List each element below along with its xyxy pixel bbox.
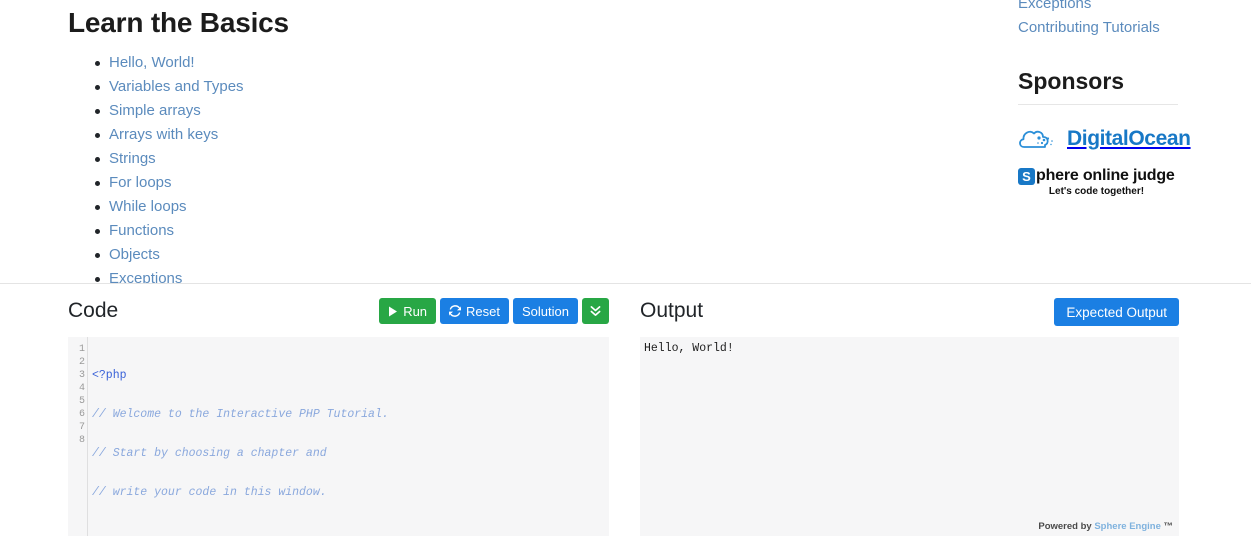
list-item[interactable]: Exceptions: [68, 267, 548, 283]
line-number: 1: [78, 344, 85, 355]
code-line: <?php: [92, 369, 389, 382]
output-panel-header: Output Expected Output: [640, 284, 1179, 337]
code-panel: Code Run Reset Solution 1 2 3 4 5 6 7 8 …: [68, 284, 609, 536]
code-token: // Start by choosing a chapter and: [92, 447, 327, 460]
line-number: 5: [78, 396, 85, 407]
chapter-link-simple-arrays[interactable]: Simple arrays: [109, 102, 201, 119]
sponsor-tagline-sphere: Let's code together!: [1048, 186, 1145, 197]
line-number: 6: [78, 409, 85, 420]
code-line: // Start by choosing a chapter and: [92, 447, 389, 460]
list-item[interactable]: Variables and Types: [68, 75, 548, 99]
line-number: 3: [78, 370, 85, 381]
expected-output-button[interactable]: Expected Output: [1054, 298, 1179, 326]
list-item[interactable]: Simple arrays: [68, 99, 548, 123]
output-text: Hello, World!: [644, 342, 734, 355]
chapter-link-objects[interactable]: Objects: [109, 246, 160, 263]
code-panel-header: Code Run Reset Solution: [68, 284, 609, 337]
output-toolbar: Expected Output: [1054, 298, 1179, 326]
chapter-link-exceptions[interactable]: Exceptions: [109, 270, 182, 283]
reset-button[interactable]: Reset: [440, 298, 510, 324]
chapter-link-arrays-with-keys[interactable]: Arrays with keys: [109, 126, 218, 143]
sidebar-link-contributing-tutorials[interactable]: Contributing Tutorials: [1018, 16, 1218, 40]
solution-button[interactable]: Solution: [513, 298, 578, 324]
chapter-link-for-loops[interactable]: For loops: [109, 174, 172, 191]
sphere-engine-link[interactable]: Sphere Engine: [1094, 521, 1161, 532]
powered-by-prefix: Powered by: [1038, 521, 1095, 532]
code-token: <?php: [92, 369, 127, 382]
sponsor-logo-sphere-online-judge[interactable]: S phere online judge Let's code together…: [1018, 167, 1181, 197]
line-number-gutter: 1 2 3 4 5 6 7 8: [68, 337, 88, 536]
sponsor-name-sphere: phere online judge: [1036, 167, 1175, 184]
sphere-s-badge-icon: S: [1018, 167, 1035, 185]
code-toolbar: Run Reset Solution: [379, 298, 609, 324]
line-number: 7: [78, 422, 85, 433]
list-item[interactable]: Functions: [68, 219, 548, 243]
sponsors-heading: Sponsors: [1018, 68, 1125, 94]
more-options-button[interactable]: [582, 298, 609, 324]
list-item[interactable]: Hello, World!: [68, 51, 548, 75]
sponsors-divider: [1018, 104, 1178, 105]
page-content-area: Learn the Basics Hello, World! Variables…: [0, 0, 1251, 283]
chapter-link-hello-world[interactable]: Hello, World!: [109, 54, 195, 71]
line-number: 2: [78, 357, 85, 368]
list-item[interactable]: Strings: [68, 147, 548, 171]
run-button-label: Run: [403, 303, 428, 319]
cloud-icon: [1018, 126, 1062, 152]
line-number: 8: [78, 435, 85, 446]
code-line: // write your code in this window.: [92, 486, 389, 499]
chapter-link-strings[interactable]: Strings: [109, 150, 156, 167]
ide-bottom-bar: Code Run Reset Solution 1 2 3 4 5 6 7 8 …: [0, 283, 1251, 536]
page-title: Learn the Basics: [68, 7, 289, 38]
output-panel: Output Expected Output Hello, World! Pow…: [640, 284, 1179, 536]
sponsor-logo-digitalocean[interactable]: DigitalOcean: [1018, 126, 1218, 152]
basics-chapter-list: Hello, World! Variables and Types Simple…: [68, 51, 548, 283]
expected-output-button-label: Expected Output: [1066, 304, 1167, 320]
chapter-link-while-loops[interactable]: While loops: [109, 198, 187, 215]
list-item[interactable]: Objects: [68, 243, 548, 267]
code-token: // Welcome to the Interactive PHP Tutori…: [92, 408, 389, 421]
play-icon: [388, 306, 398, 317]
list-item[interactable]: Arrays with keys: [68, 123, 548, 147]
list-item[interactable]: While loops: [68, 195, 548, 219]
code-text[interactable]: <?php // Welcome to the Interactive PHP …: [92, 343, 389, 536]
right-sidebar: Exceptions Contributing Tutorials Sponso…: [1018, 0, 1218, 197]
code-token: // write your code in this window.: [92, 486, 327, 499]
chevron-double-down-icon: [590, 305, 601, 317]
chapter-link-variables-and-types[interactable]: Variables and Types: [109, 78, 244, 95]
output-console: Hello, World! Powered by Sphere Engine ™: [640, 337, 1179, 536]
powered-by-footer: Powered by Sphere Engine ™: [1038, 521, 1173, 532]
list-item[interactable]: For loops: [68, 171, 548, 195]
sidebar-link-exceptions[interactable]: Exceptions: [1018, 0, 1218, 16]
code-line: // Welcome to the Interactive PHP Tutori…: [92, 408, 389, 421]
page-root: Learn the Basics Hello, World! Variables…: [0, 0, 1251, 536]
sponsor-name-digitalocean: DigitalOcean: [1067, 127, 1191, 150]
learn-the-basics-section: Learn the Basics Hello, World! Variables…: [68, 6, 548, 283]
powered-by-suffix: ™: [1160, 521, 1173, 532]
output-panel-title: Output: [640, 299, 704, 322]
chapter-link-functions[interactable]: Functions: [109, 222, 174, 239]
line-number: 4: [78, 383, 85, 394]
refresh-icon: [449, 305, 462, 317]
run-button[interactable]: Run: [379, 298, 437, 324]
code-panel-title: Code: [68, 299, 119, 322]
code-editor[interactable]: 1 2 3 4 5 6 7 8 <?php // Welcome to the …: [68, 337, 609, 536]
solution-button-label: Solution: [522, 303, 569, 319]
reset-button-label: Reset: [466, 303, 501, 319]
